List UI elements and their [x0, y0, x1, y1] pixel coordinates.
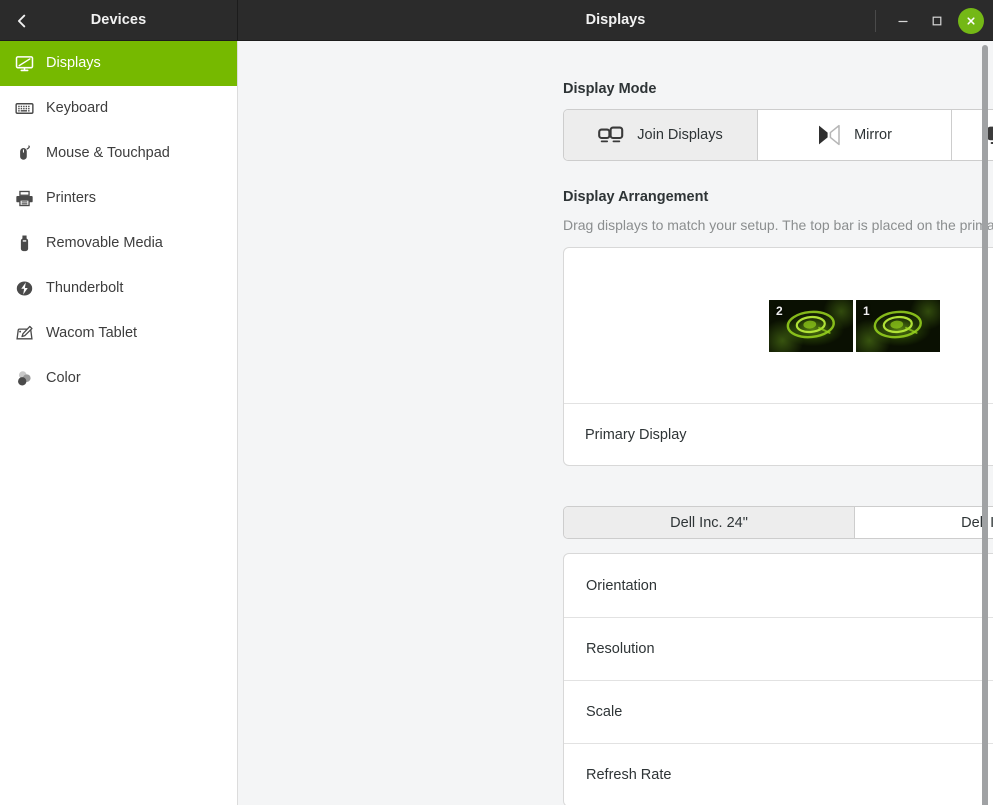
mirror-icon	[817, 124, 841, 146]
sidebar-item-mouse-touchpad[interactable]: Mouse & Touchpad	[0, 131, 237, 176]
display-mode-title: Display Mode	[563, 81, 993, 97]
sidebar-item-displays[interactable]: Displays	[0, 41, 237, 86]
wallpaper-eye-logo	[871, 307, 926, 346]
keyboard-icon	[14, 99, 34, 119]
sidebar-panel-title: Devices	[0, 12, 237, 28]
arrangement-frame: 2	[563, 247, 993, 466]
sidebar-item-printers[interactable]: Printers	[0, 176, 237, 221]
maximize-button[interactable]	[924, 8, 950, 34]
scale-row: Scale 100 % 200 %	[564, 680, 993, 743]
back-button[interactable]	[9, 8, 35, 34]
tab-label: Dell Inc. 24"	[961, 515, 993, 531]
sidebar-item-removable-media[interactable]: Removable Media	[0, 221, 237, 266]
window-controls	[875, 0, 984, 41]
sidebar-item-label: Color	[46, 371, 81, 386]
content-column: Display Mode Join Dis	[563, 81, 993, 805]
refresh-rate-row[interactable]: Refresh Rate 59.95 Hz	[564, 743, 993, 805]
display-arrangement-title: Display Arrangement	[563, 189, 993, 205]
minimize-icon	[896, 14, 910, 28]
arrangement-canvas[interactable]: 2	[564, 248, 993, 403]
refresh-rate-label: Refresh Rate	[586, 767, 671, 783]
content-scroll: Display Mode Join Dis	[238, 41, 993, 805]
displays-settings-window: Devices Displays	[0, 0, 993, 805]
monitor-thumbnail[interactable]: 1	[856, 300, 940, 352]
wacom-tablet-icon	[14, 324, 34, 344]
scale-label: Scale	[586, 704, 622, 720]
sidebar-item-label: Printers	[46, 191, 96, 206]
orientation-label: Orientation	[586, 578, 657, 594]
sidebar-item-color[interactable]: Color	[0, 356, 237, 401]
usb-drive-icon	[14, 234, 34, 254]
sidebar-item-label: Displays	[46, 56, 101, 71]
sidebar-item-thunderbolt[interactable]: Thunderbolt	[0, 266, 237, 311]
resolution-label: Resolution	[586, 641, 655, 657]
sidebar-item-keyboard[interactable]: Keyboard	[0, 86, 237, 131]
titlebar: Devices Displays	[0, 0, 993, 41]
tab-display-1[interactable]: Dell Inc. 24"	[564, 507, 855, 538]
sidebar: Displays	[0, 41, 238, 805]
close-icon	[964, 14, 978, 28]
titlebar-left-pane: Devices	[0, 0, 238, 40]
sidebar-item-label: Thunderbolt	[46, 281, 123, 296]
primary-display-label: Primary Display	[585, 427, 687, 443]
display-selector-tabs: Dell Inc. 24" Dell Inc. 24"	[563, 506, 993, 539]
display-settings-list: Orientation Landscape Resolution 1920 × …	[563, 553, 993, 805]
monitor-thumbnail[interactable]: 2	[769, 300, 853, 352]
join-displays-icon	[598, 125, 624, 145]
sidebar-item-wacom-tablet[interactable]: Wacom Tablet	[0, 311, 237, 356]
display-mode-group: Join Displays Mirror	[563, 109, 993, 161]
maximize-icon	[930, 14, 944, 28]
orientation-row[interactable]: Orientation Landscape	[564, 554, 993, 617]
display-mode-label: Join Displays	[637, 127, 722, 143]
monitor-number: 1	[863, 304, 870, 318]
wallpaper-eye-logo	[784, 307, 839, 346]
sidebar-item-label: Removable Media	[46, 236, 163, 251]
display-mode-join-displays[interactable]: Join Displays	[564, 110, 758, 160]
content-area: Display Mode Join Dis	[238, 41, 993, 805]
content-scrollbar[interactable]	[982, 45, 988, 805]
monitor-number: 2	[776, 304, 783, 318]
mouse-icon	[14, 144, 34, 164]
sidebar-item-label: Keyboard	[46, 101, 108, 116]
minimize-button[interactable]	[890, 8, 916, 34]
display-arrangement-subtitle: Drag displays to match your setup. The t…	[563, 217, 993, 233]
resolution-row[interactable]: Resolution 1920 × 1200 (16:10)	[564, 617, 993, 680]
printer-icon	[14, 189, 34, 209]
tab-label: Dell Inc. 24"	[670, 515, 748, 531]
window-body: Displays	[0, 41, 993, 805]
titlebar-right-pane: Displays	[238, 0, 993, 40]
sidebar-item-label: Wacom Tablet	[46, 326, 137, 341]
display-icon	[14, 54, 34, 74]
display-mode-mirror[interactable]: Mirror	[758, 110, 952, 160]
primary-display-row[interactable]: Primary Display 2 Dell Inc. 24"	[564, 403, 993, 465]
close-button[interactable]	[958, 8, 984, 34]
display-mode-label: Mirror	[854, 127, 892, 143]
color-profile-icon	[14, 369, 34, 389]
sidebar-item-label: Mouse & Touchpad	[46, 146, 170, 161]
chevron-left-icon	[14, 13, 30, 29]
tab-display-2[interactable]: Dell Inc. 24"	[855, 507, 993, 538]
window-controls-separator	[875, 10, 876, 32]
thunderbolt-icon	[14, 279, 34, 299]
